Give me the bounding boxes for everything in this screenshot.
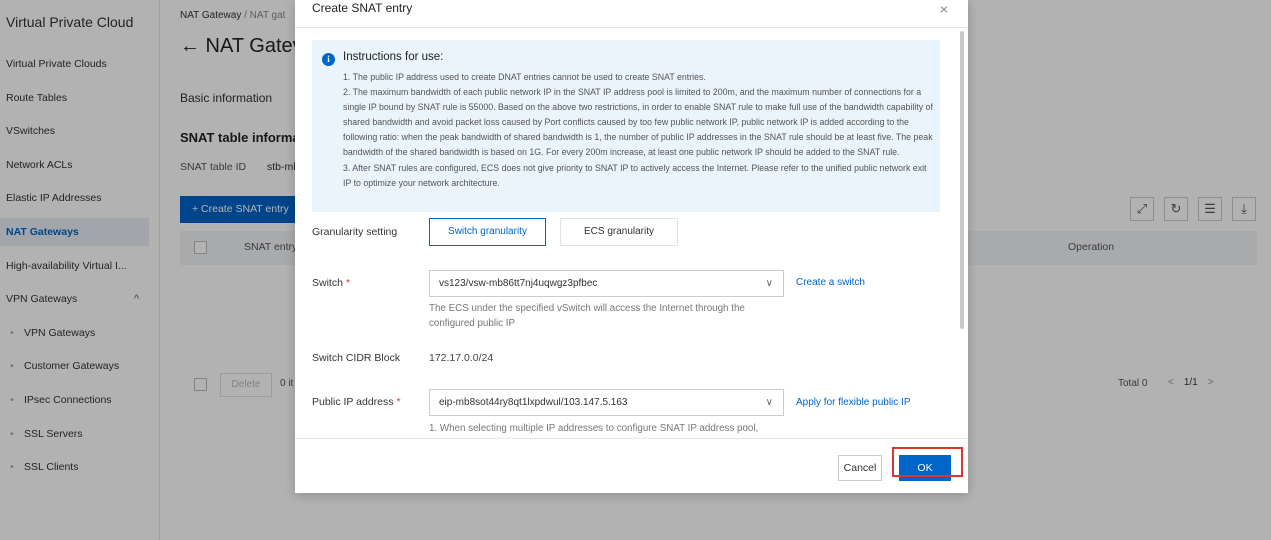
dialog-scrollbar[interactable] <box>960 31 964 329</box>
switch-select[interactable]: vs123/vsw-mb86tt7nj4uqwgz3pfbec ∨ <box>429 270 784 297</box>
create-snat-entry-dialog: Create SNAT entry × i Instructions for u… <box>295 0 968 493</box>
dialog-body: i Instructions for use: 1. The public IP… <box>295 29 968 438</box>
public-ip-select-value: eip-mb8sot44ry8qt1lxpdwul/103.147.5.163 <box>439 397 628 408</box>
close-icon[interactable]: × <box>940 1 948 17</box>
required-mark: * <box>396 396 401 408</box>
dialog-footer: Cancel OK <box>295 438 968 493</box>
apply-public-ip-link[interactable]: Apply for flexible public IP <box>796 397 911 408</box>
dialog-header: Create SNAT entry × <box>295 0 968 28</box>
info-icon: i <box>322 53 335 66</box>
instructions-box: i Instructions for use: 1. The public IP… <box>312 40 940 212</box>
instruction-line: 1. The public IP address used to create … <box>343 72 706 82</box>
dialog-title: Create SNAT entry <box>312 1 413 15</box>
switch-label-text: Switch <box>312 277 343 289</box>
switch-granularity-option[interactable]: Switch granularity <box>429 218 546 246</box>
required-mark: * <box>345 277 351 289</box>
ok-button-highlight <box>892 447 963 477</box>
switch-label: Switch * <box>312 277 350 289</box>
public-ip-label-text: Public IP address <box>312 396 394 408</box>
switch-cidr-label: Switch CIDR Block <box>312 352 401 364</box>
instruction-line: 2. The maximum bandwidth of each public … <box>343 87 933 158</box>
switch-hint: The ECS under the specified vSwitch will… <box>429 303 745 329</box>
chevron-down-icon: ∨ <box>765 397 773 408</box>
switch-select-value: vs123/vsw-mb86tt7nj4uqwgz3pfbec <box>439 278 598 289</box>
public-ip-label: Public IP address * <box>312 396 401 408</box>
public-ip-select[interactable]: eip-mb8sot44ry8qt1lxpdwul/103.147.5.163 … <box>429 389 784 416</box>
instruction-line: 3. After SNAT rules are configured, ECS … <box>343 162 927 188</box>
cancel-button[interactable]: Cancel <box>838 455 882 481</box>
instructions-text: 1. The public IP address used to create … <box>343 70 935 191</box>
granularity-label: Granularity setting <box>312 226 398 238</box>
create-switch-link[interactable]: Create a switch <box>796 277 865 288</box>
chevron-down-icon: ∨ <box>765 278 773 289</box>
public-ip-hint: 1. When selecting multiple IP addresses … <box>429 423 759 434</box>
switch-cidr-value: 172.17.0.0/24 <box>429 352 494 364</box>
instructions-title: Instructions for use: <box>343 51 444 63</box>
ecs-granularity-option[interactable]: ECS granularity <box>560 218 678 246</box>
